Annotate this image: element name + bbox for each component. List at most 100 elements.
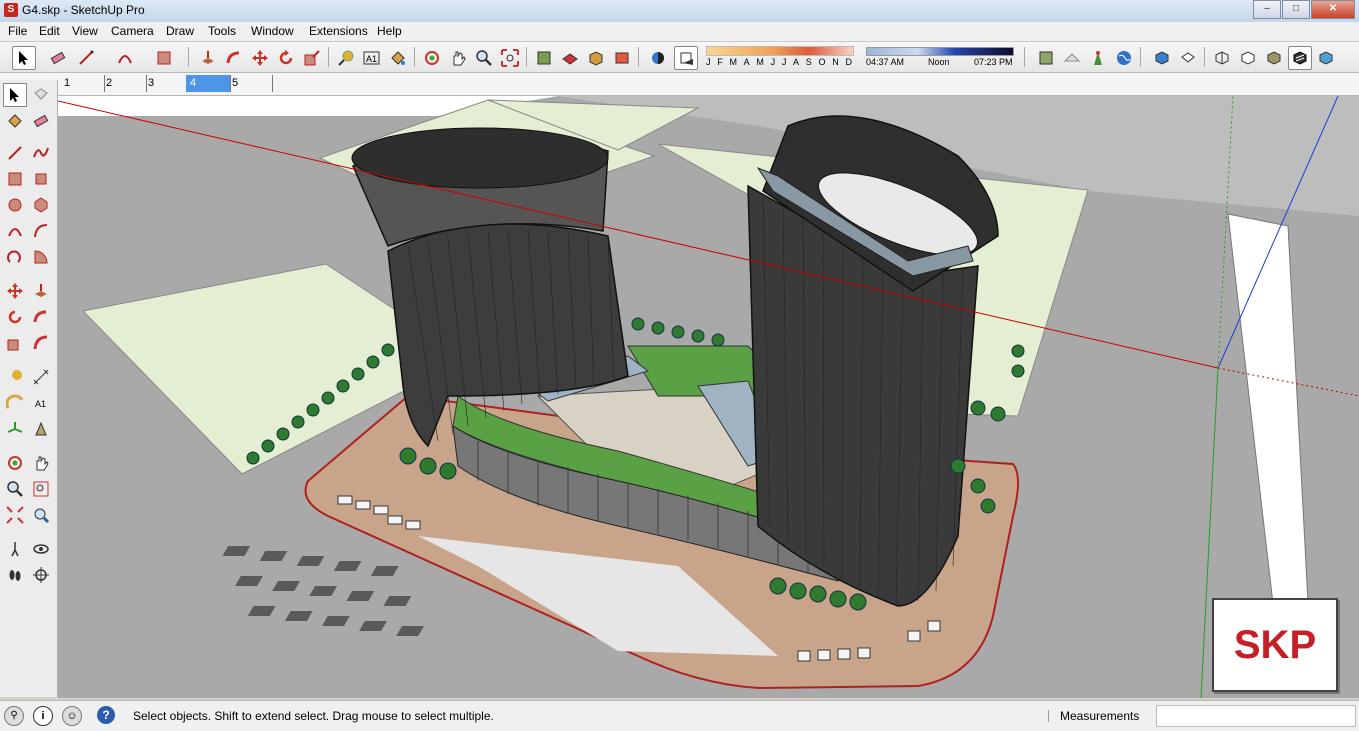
axes-icon[interactable] <box>3 417 27 441</box>
text-icon[interactable]: A1 <box>29 391 53 415</box>
zoom-icon[interactable] <box>3 477 27 501</box>
circle-icon[interactable] <box>3 193 27 217</box>
zoom-window-icon[interactable] <box>29 477 53 501</box>
earth-icon[interactable] <box>1112 46 1136 70</box>
scene-tab-4[interactable]: 4 <box>186 75 231 92</box>
top-view-icon[interactable] <box>1176 46 1200 70</box>
dimension-icon[interactable] <box>29 365 53 389</box>
push-pull-icon[interactable] <box>29 279 53 303</box>
section-plane-icon[interactable] <box>29 563 53 587</box>
toggle-terrain-icon[interactable] <box>1060 46 1084 70</box>
offset-icon[interactable] <box>29 331 53 355</box>
measurements-input[interactable] <box>1156 705 1356 727</box>
3d-text-icon[interactable] <box>29 417 53 441</box>
move-tool-icon[interactable] <box>248 46 272 70</box>
scene-tab-2[interactable]: 2 <box>102 75 147 92</box>
menu-draw[interactable]: Draw <box>166 24 194 38</box>
position-camera-icon[interactable] <box>3 537 27 561</box>
menu-tools[interactable]: Tools <box>208 24 236 38</box>
orbit-tool-icon[interactable] <box>420 46 444 70</box>
shadow-settings-icon[interactable] <box>646 46 670 70</box>
select-tool-icon[interactable] <box>12 46 36 70</box>
tape-measure-tool-icon[interactable] <box>334 46 358 70</box>
arc-icon[interactable] <box>3 219 27 243</box>
orbit-icon[interactable] <box>3 451 27 475</box>
look-around-icon[interactable] <box>29 537 53 561</box>
shaded-style-icon[interactable] <box>1262 46 1286 70</box>
menu-file[interactable]: File <box>8 24 27 38</box>
two-point-arc-icon[interactable] <box>29 219 53 243</box>
shaded-textures-style-icon[interactable] <box>1288 46 1312 70</box>
close-button[interactable]: ✕ <box>1311 0 1355 19</box>
status-bar: ⚲ i ☺ ? Select objects. Shift to extend … <box>0 700 1359 731</box>
select-icon[interactable] <box>3 83 27 107</box>
rotated-rectangle-icon[interactable] <box>29 167 53 191</box>
pie-icon[interactable] <box>29 245 53 269</box>
iso-view-icon[interactable] <box>1150 46 1174 70</box>
polygon-icon[interactable] <box>29 193 53 217</box>
zoom-tool-icon[interactable] <box>472 46 496 70</box>
rectangle-tool-icon[interactable] <box>152 46 176 70</box>
zoom-extents-tool-icon[interactable] <box>498 46 522 70</box>
credits-info-icon[interactable]: i <box>33 706 53 726</box>
eraser-tool-icon[interactable] <box>46 46 70 70</box>
protractor-icon[interactable] <box>3 391 27 415</box>
xray-style-icon[interactable] <box>1210 46 1234 70</box>
help-icon[interactable]: ? <box>97 706 115 724</box>
hidden-line-style-icon[interactable] <box>1236 46 1260 70</box>
dimension-tool-icon[interactable]: A1 <box>360 46 384 70</box>
menu-camera[interactable]: Camera <box>111 24 154 38</box>
warehouse-icon[interactable] <box>532 46 556 70</box>
paint-bucket-tool-icon[interactable] <box>386 46 410 70</box>
title-bar: S G4.skp - SketchUp Pro – □ ✕ <box>0 0 1359 23</box>
photo-textures-icon[interactable] <box>1086 46 1110 70</box>
components-icon[interactable] <box>584 46 608 70</box>
sketchup-app-icon[interactable]: S <box>4 3 18 17</box>
move-icon[interactable] <box>3 279 27 303</box>
extension-warehouse-icon[interactable] <box>610 46 634 70</box>
tape-measure-icon[interactable] <box>3 365 27 389</box>
arc-tool-icon[interactable] <box>113 46 137 70</box>
svg-text:A1: A1 <box>366 54 377 64</box>
display-shadows-icon[interactable] <box>674 46 698 70</box>
menu-extensions[interactable]: Extensions <box>309 24 368 38</box>
menu-edit[interactable]: Edit <box>39 24 60 38</box>
pan-icon[interactable] <box>29 451 53 475</box>
rectangle-icon[interactable] <box>3 167 27 191</box>
zoom-extents-icon[interactable] <box>3 503 27 527</box>
three-point-arc-icon[interactable] <box>3 245 27 269</box>
scene-tab-3[interactable]: 3 <box>144 75 189 92</box>
line-icon[interactable] <box>3 141 27 165</box>
drawing-viewport[interactable] <box>58 96 1359 698</box>
maximize-button[interactable]: □ <box>1282 0 1310 19</box>
walk-icon[interactable] <box>3 563 27 587</box>
menu-view[interactable]: View <box>72 24 98 38</box>
add-location-icon[interactable] <box>1034 46 1058 70</box>
shadow-time-slider[interactable] <box>866 47 1014 56</box>
user-account-icon[interactable]: ☺ <box>62 706 82 726</box>
follow-me-icon[interactable] <box>29 305 53 329</box>
shadow-date-slider[interactable] <box>706 46 854 56</box>
scene-tab-1[interactable]: 1 <box>60 75 105 92</box>
push-pull-tool-icon[interactable] <box>196 46 220 70</box>
geo-location-icon[interactable]: ⚲ <box>4 706 24 726</box>
pan-tool-icon[interactable] <box>446 46 470 70</box>
line-tool-icon[interactable] <box>74 46 98 70</box>
scale-icon[interactable] <box>3 331 27 355</box>
eraser-icon[interactable] <box>29 109 53 133</box>
previous-view-icon[interactable] <box>29 503 53 527</box>
follow-me-tool-icon[interactable] <box>222 46 246 70</box>
freehand-icon[interactable] <box>29 141 53 165</box>
menu-help[interactable]: Help <box>377 24 402 38</box>
rotate-icon[interactable] <box>3 305 27 329</box>
rotate-tool-icon[interactable] <box>274 46 298 70</box>
scale-tool-icon[interactable] <box>300 46 324 70</box>
share-model-icon[interactable] <box>558 46 582 70</box>
make-component-icon[interactable] <box>29 83 53 107</box>
measurements-label: Measurements <box>1060 709 1140 723</box>
menu-window[interactable]: Window <box>251 24 294 38</box>
minimize-button[interactable]: – <box>1253 0 1281 19</box>
paint-bucket-icon[interactable] <box>3 109 27 133</box>
scene-tab-5[interactable]: 5 <box>228 75 273 92</box>
monochrome-style-icon[interactable] <box>1314 46 1338 70</box>
